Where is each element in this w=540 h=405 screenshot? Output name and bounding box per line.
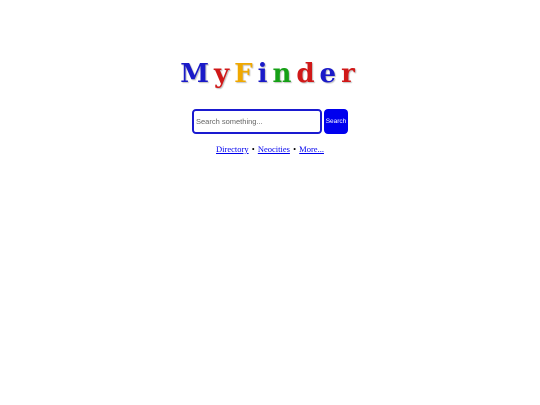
more-link[interactable]: More... [299,144,324,154]
search-button[interactable]: Search [324,109,348,134]
search-input[interactable] [192,109,322,134]
logo-letter: n [272,59,297,89]
site-logo: MyFinder [0,58,540,90]
logo-letter: F [234,59,258,89]
logo-letter: d [296,59,320,89]
logo-letter: r [341,59,360,89]
link-separator: • [251,144,255,154]
logo-letter: M [180,59,214,89]
page: MyFinder Search Directory • Neocities • … [0,0,540,405]
footer-links: Directory • Neocities • More... [0,144,540,154]
logo-letter: y [213,59,235,89]
directory-link[interactable]: Directory [216,144,249,154]
link-separator: • [293,144,297,154]
search-bar: Search [192,109,348,134]
logo-letter: i [257,59,273,89]
neocities-link[interactable]: Neocities [258,144,290,154]
logo-letter: e [319,59,342,89]
